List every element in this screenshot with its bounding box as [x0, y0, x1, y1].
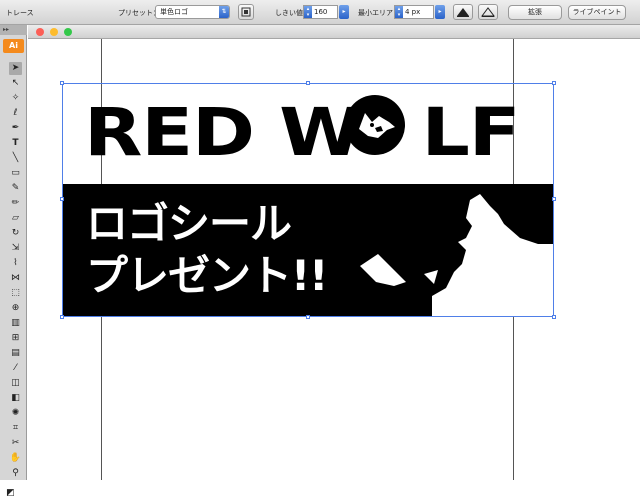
- hand-tool-icon[interactable]: ✋: [9, 452, 22, 465]
- rotate-tool-icon[interactable]: ↻: [9, 227, 22, 240]
- outline-view-icon: [457, 8, 469, 17]
- close-window-icon[interactable]: [36, 28, 44, 36]
- expand-button[interactable]: 拡張: [508, 5, 562, 20]
- threshold-value: 160: [314, 8, 328, 16]
- source-view-icon: [481, 7, 495, 17]
- preset-value: 単色ロゴ: [160, 8, 188, 16]
- line-tool-icon[interactable]: ╲: [9, 152, 22, 165]
- eraser-tool-icon[interactable]: ▱: [9, 212, 22, 225]
- selection-tool-icon[interactable]: ➤: [9, 62, 22, 75]
- wolf-icon: [359, 113, 395, 138]
- min-area-stepper-icon[interactable]: ▴ ▾: [395, 6, 403, 18]
- min-area-field[interactable]: ▴ ▾ 4 px ▸: [394, 5, 445, 19]
- panel-grip[interactable]: ▸▸: [0, 25, 27, 35]
- pencil-tool-icon[interactable]: ✏: [9, 197, 22, 210]
- wordmark-left: RED W: [84, 94, 363, 171]
- eyedropper-tool-icon[interactable]: ⁄: [9, 362, 22, 375]
- artboard-tool-icon[interactable]: ⌗: [9, 422, 22, 435]
- chevron-updown-icon: ⇅: [219, 6, 229, 18]
- mesh-tool-icon[interactable]: ⊞: [9, 332, 22, 345]
- ai-logo: Ai: [3, 39, 24, 53]
- minimize-window-icon[interactable]: [50, 28, 58, 36]
- gradient-tool-icon[interactable]: ▤: [9, 347, 22, 360]
- min-area-value: 4 px: [405, 8, 421, 16]
- min-area-arrow-icon[interactable]: ▸: [435, 5, 445, 19]
- control-bar: トレース プリセット： 単色ロゴ ⇅ しきい値： ▴ ▾ 160 ▸ 最小エリア：…: [0, 0, 640, 25]
- warp-tool-icon[interactable]: ⌇: [9, 257, 22, 270]
- threshold-stepper-icon[interactable]: ▴ ▾: [304, 6, 312, 18]
- preset-select[interactable]: 単色ロゴ ⇅: [155, 5, 230, 19]
- direct-selection-tool-icon[interactable]: ↖: [9, 77, 22, 90]
- wordmark-right: LF: [421, 94, 520, 171]
- magic-wand-tool-icon[interactable]: ✧: [9, 92, 22, 105]
- view-source-button[interactable]: [478, 4, 498, 20]
- rectangle-tool-icon[interactable]: ▭: [9, 167, 22, 180]
- threshold-arrow-icon[interactable]: ▸: [339, 5, 349, 19]
- wolf-head-logo: [345, 95, 405, 155]
- shape-builder-tool-icon[interactable]: ⊕: [9, 302, 22, 315]
- width-tool-icon[interactable]: ⋈: [9, 272, 22, 285]
- trace-panel-icon: [241, 7, 251, 17]
- free-transform-tool-icon[interactable]: ⬚: [9, 287, 22, 300]
- wolf-pup-silhouette: [360, 194, 554, 317]
- column-graph-tool-icon[interactable]: ▥: [9, 317, 22, 330]
- logo-wordmark: RED W LF: [84, 88, 521, 178]
- view-outline-button[interactable]: [453, 4, 473, 20]
- trace-panel-button[interactable]: [238, 4, 254, 20]
- promo-banner: ロゴシール プレゼント!!: [62, 184, 554, 317]
- slice-tool-icon[interactable]: ✂: [9, 437, 22, 450]
- traced-artwork[interactable]: RED W LF ロゴシール プレゼント!!: [62, 83, 554, 317]
- blend-tool-icon[interactable]: ◫: [9, 377, 22, 390]
- banner-line2: プレゼント!!: [86, 251, 328, 300]
- scale-tool-icon[interactable]: ⇲: [9, 242, 22, 255]
- document-titlebar: [28, 25, 640, 39]
- lasso-tool-icon[interactable]: ℓ: [9, 107, 22, 120]
- zoom-window-icon[interactable]: [64, 28, 72, 36]
- live-paint-bucket-tool-icon[interactable]: ◧: [9, 392, 22, 405]
- tools-panel: ▸▸ Ai ➤ ↖ ✧ ℓ ✒ T ╲ ▭ ✎ ✏ ▱ ↻ ⇲ ⌇ ⋈ ⬚ ⊕ …: [0, 25, 27, 498]
- threshold-field[interactable]: ▴ ▾ 160 ▸: [303, 5, 349, 19]
- fill-stroke-icon[interactable]: ◩: [4, 487, 17, 500]
- type-tool-icon[interactable]: T: [9, 137, 22, 150]
- paintbrush-tool-icon[interactable]: ✎: [9, 182, 22, 195]
- symbol-sprayer-tool-icon[interactable]: ✺: [9, 407, 22, 420]
- zoom-tool-icon[interactable]: ⚲: [9, 467, 22, 480]
- preset-label: プリセット：: [118, 9, 160, 17]
- pen-tool-icon[interactable]: ✒: [9, 122, 22, 135]
- control-bar-title: トレース: [6, 9, 34, 17]
- live-paint-button[interactable]: ライブペイント: [568, 5, 626, 20]
